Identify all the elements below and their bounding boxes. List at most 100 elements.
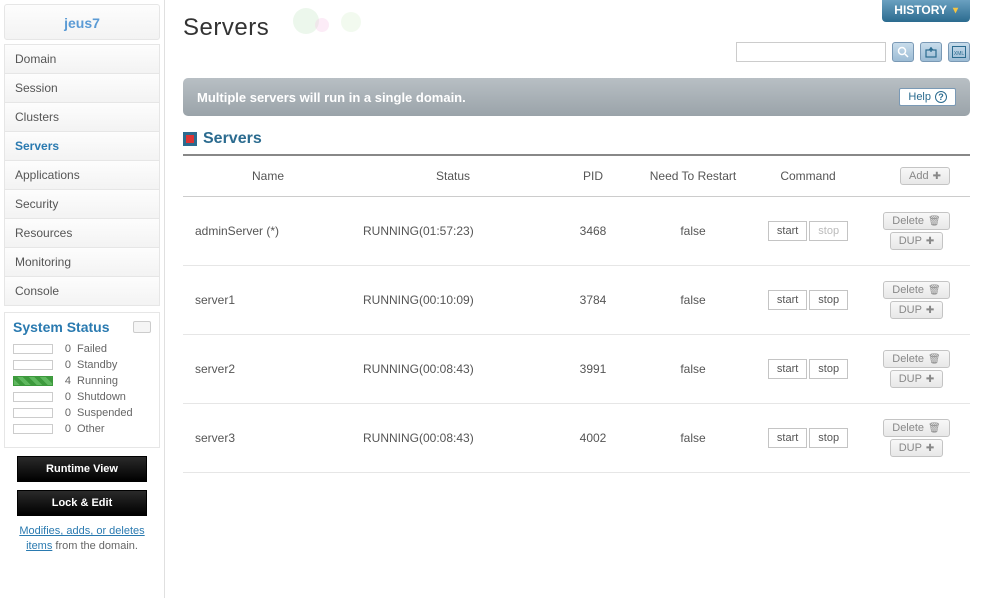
plus-icon: ✚ xyxy=(926,443,934,454)
status-rows-container: 0Failed0Standby4Running0Shutdown0Suspend… xyxy=(13,341,151,437)
cell-command: startstop xyxy=(753,404,863,473)
cell-pid: 3991 xyxy=(553,335,633,404)
col-actions: Add✚ xyxy=(863,156,970,197)
dup-button[interactable]: DUP ✚ xyxy=(890,232,944,250)
cell-status: RUNNING(00:10:09) xyxy=(353,266,553,335)
cell-name: server3 xyxy=(183,404,353,473)
status-row-standby: 0Standby xyxy=(13,357,151,373)
table-row: server3RUNNING(00:08:43)4002falsestartst… xyxy=(183,404,970,473)
cell-name: adminServer (*) xyxy=(183,197,353,266)
servers-table: Name Status PID Need To Restart Command … xyxy=(183,156,970,473)
decorative-bubbles xyxy=(293,8,361,34)
cell-pid: 3468 xyxy=(553,197,633,266)
dup-button[interactable]: DUP ✚ xyxy=(890,439,944,457)
dup-button[interactable]: DUP ✚ xyxy=(890,370,944,388)
svg-text:XML: XML xyxy=(954,51,965,57)
cell-actions: Delete 🗑 DUP ✚ xyxy=(863,197,970,266)
sidebar-item-session[interactable]: Session xyxy=(4,74,160,103)
start-button[interactable]: start xyxy=(768,359,807,379)
delete-button[interactable]: Delete 🗑 xyxy=(883,350,950,368)
xml-icon[interactable]: XML xyxy=(948,42,970,62)
cell-status: RUNNING(01:57:23) xyxy=(353,197,553,266)
sidebar: jeus7 DomainSessionClustersServersApplic… xyxy=(0,0,165,598)
status-bar-icon xyxy=(13,424,53,434)
cell-pid: 4002 xyxy=(553,404,633,473)
cell-pid: 3784 xyxy=(553,266,633,335)
col-name: Name xyxy=(183,156,353,197)
help-icon: ? xyxy=(935,91,947,103)
stop-button[interactable]: stop xyxy=(809,221,848,241)
start-button[interactable]: start xyxy=(768,428,807,448)
section-header: Servers xyxy=(183,130,970,156)
delete-button[interactable]: Delete 🗑 xyxy=(883,212,950,230)
status-row-failed: 0Failed xyxy=(13,341,151,357)
cell-restart: false xyxy=(633,197,753,266)
stop-button[interactable]: stop xyxy=(809,290,848,310)
start-button[interactable]: start xyxy=(768,290,807,310)
trash-icon: 🗑 xyxy=(928,285,941,296)
trash-icon: 🗑 xyxy=(928,354,941,365)
col-status: Status xyxy=(353,156,553,197)
cell-actions: Delete 🗑 DUP ✚ xyxy=(863,266,970,335)
plus-icon: ✚ xyxy=(926,374,934,385)
plus-icon: ✚ xyxy=(926,236,934,247)
table-row: server2RUNNING(00:08:43)3991falsestartst… xyxy=(183,335,970,404)
cell-restart: false xyxy=(633,404,753,473)
sidebar-item-monitoring[interactable]: Monitoring xyxy=(4,248,160,277)
plus-icon: ✚ xyxy=(926,305,934,316)
system-status-title: System Status xyxy=(13,319,109,335)
delete-button[interactable]: Delete 🗑 xyxy=(883,419,950,437)
cell-status: RUNNING(00:08:43) xyxy=(353,404,553,473)
cell-actions: Delete 🗑 DUP ✚ xyxy=(863,404,970,473)
add-button[interactable]: Add✚ xyxy=(900,167,950,185)
cell-status: RUNNING(00:08:43) xyxy=(353,335,553,404)
sidebar-item-clusters[interactable]: Clusters xyxy=(4,103,160,132)
cell-command: startstop xyxy=(753,335,863,404)
status-refresh-icon[interactable] xyxy=(133,321,151,333)
runtime-view-button[interactable]: Runtime View xyxy=(17,456,147,482)
help-button[interactable]: Help ? xyxy=(899,88,956,106)
top-toolbar: XML xyxy=(736,42,970,62)
sidebar-item-domain[interactable]: Domain xyxy=(4,44,160,74)
cell-command: startstop xyxy=(753,266,863,335)
status-bar-icon xyxy=(13,376,53,386)
main-content: HISTORY ▾ Servers XML Multiple servers w… xyxy=(165,0,984,598)
sidebar-note: Modifies, adds, or deletes items from th… xyxy=(4,524,160,555)
trash-icon: 🗑 xyxy=(928,423,941,434)
cell-restart: false xyxy=(633,266,753,335)
sidebar-nav: DomainSessionClustersServersApplications… xyxy=(4,44,160,306)
stop-button[interactable]: stop xyxy=(809,359,848,379)
sidebar-item-resources[interactable]: Resources xyxy=(4,219,160,248)
dup-button[interactable]: DUP ✚ xyxy=(890,301,944,319)
status-row-suspended: 0Suspended xyxy=(13,405,151,421)
status-bar-icon xyxy=(13,344,53,354)
status-row-shutdown: 0Shutdown xyxy=(13,389,151,405)
delete-button[interactable]: Delete 🗑 xyxy=(883,281,950,299)
cell-name: server2 xyxy=(183,335,353,404)
trash-icon: 🗑 xyxy=(928,216,941,227)
sidebar-item-applications[interactable]: Applications xyxy=(4,161,160,190)
table-row: adminServer (*)RUNNING(01:57:23)3468fals… xyxy=(183,197,970,266)
lock-edit-button[interactable]: Lock & Edit xyxy=(17,490,147,516)
cell-actions: Delete 🗑 DUP ✚ xyxy=(863,335,970,404)
system-status-panel: System Status 0Failed0Standby4Running0Sh… xyxy=(4,312,160,448)
page-title: Servers xyxy=(183,14,970,42)
cell-name: server1 xyxy=(183,266,353,335)
sidebar-item-servers[interactable]: Servers xyxy=(4,132,160,161)
cell-command: startstop xyxy=(753,197,863,266)
table-row: server1RUNNING(00:10:09)3784falsestartst… xyxy=(183,266,970,335)
info-banner: Multiple servers will run in a single do… xyxy=(183,78,970,116)
col-command: Command xyxy=(753,156,863,197)
sidebar-item-security[interactable]: Security xyxy=(4,190,160,219)
status-row-other: 0Other xyxy=(13,421,151,437)
section-icon xyxy=(183,132,197,146)
export-icon[interactable] xyxy=(920,42,942,62)
stop-button[interactable]: stop xyxy=(809,428,848,448)
col-restart: Need To Restart xyxy=(633,156,753,197)
search-input[interactable] xyxy=(736,42,886,62)
sidebar-item-console[interactable]: Console xyxy=(4,277,160,306)
search-icon[interactable] xyxy=(892,42,914,62)
status-bar-icon xyxy=(13,408,53,418)
status-bar-icon xyxy=(13,392,53,402)
start-button[interactable]: start xyxy=(768,221,807,241)
